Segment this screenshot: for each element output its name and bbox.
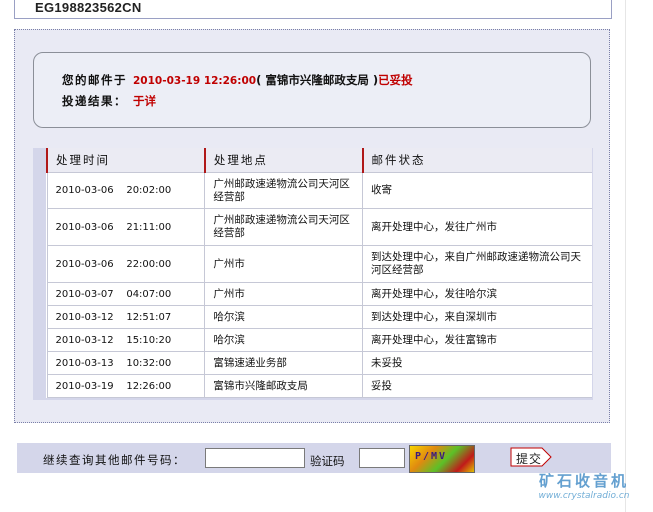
row-time: 2010-03-19 12:26:00 (46, 374, 205, 398)
result-panel: 您的邮件于 2010-03-19 12:26:00( 富锦市兴隆邮政支局 )已妥投… (14, 29, 610, 423)
captcha-text: P/MV (415, 451, 448, 462)
table-row: 2010-03-07 04:07:00 广州市 离开处理中心，发往哈尔滨 (46, 282, 592, 306)
table-row: 2010-03-06 22:00:00 广州市 到达处理中心，来自广州邮政速递物… (46, 245, 592, 283)
row-time: 2010-03-13 10:32:00 (46, 351, 205, 375)
row-place: 哈尔滨 (204, 328, 363, 352)
delivery-summary-box: 您的邮件于 2010-03-19 12:26:00( 富锦市兴隆邮政支局 )已妥投… (33, 52, 591, 128)
row-place: 哈尔滨 (204, 305, 363, 329)
row-status: 离开处理中心，发往富锦市 (362, 328, 592, 352)
captcha-image[interactable]: P/MV (409, 445, 475, 473)
row-time: 2010-03-06 22:00:00 (46, 245, 205, 283)
row-status: 离开处理中心，发往哈尔滨 (362, 282, 592, 306)
tracking-number-bar: EG198823562CN (14, 0, 612, 19)
recipient-name: 于详 (133, 94, 156, 108)
table-row: 2010-03-06 20:02:00 广州邮政速递物流公司天河区经营部 收寄 (46, 172, 592, 209)
delivery-datetime: 2010-03-19 12:26:00 (133, 75, 257, 87)
table-row: 2010-03-13 10:32:00 富锦速递业务部 未妥投 (46, 351, 592, 375)
captcha-label: 验证码 (310, 454, 345, 468)
watermark-url: www.crystalradio.cn (538, 491, 630, 501)
tracking-table-frame: 处理时间 处理地点 邮件状态 2010-03-06 20:02:00 广州邮政速… (33, 148, 593, 400)
row-place: 富锦速递业务部 (204, 351, 363, 375)
table-row: 2010-03-19 12:26:00 富锦市兴隆邮政支局 妥投 (46, 374, 592, 398)
window-right-margin (625, 0, 653, 512)
tracking-table: 处理时间 处理地点 邮件状态 2010-03-06 20:02:00 广州邮政速… (46, 148, 592, 398)
row-place: 广州邮政速递物流公司天河区经营部 (204, 208, 363, 246)
site-watermark: 矿石收音机 www.crystalradio.cn (518, 470, 650, 501)
row-time: 2010-03-07 04:07:00 (46, 282, 205, 306)
row-status: 离开处理中心，发往广州市 (362, 208, 592, 246)
mail-label: 您的邮件于 (62, 73, 127, 87)
delivery-office: ( 富锦市兴隆邮政支局 ) (256, 73, 379, 87)
result-label: 投递结果： (62, 94, 127, 108)
summary-line-delivered: 您的邮件于 2010-03-19 12:26:00( 富锦市兴隆邮政支局 )已妥投 (62, 72, 413, 88)
query-bar: 继续查询其他邮件号码： 验证码 P/MV 提交 (17, 443, 611, 473)
row-status: 到达处理中心，来自广州邮政速递物流公司天河区经营部 (362, 245, 592, 283)
tracking-number: EG198823562CN (35, 0, 142, 15)
row-place: 富锦市兴隆邮政支局 (204, 374, 363, 398)
row-status: 妥投 (362, 374, 592, 398)
header-place: 处理地点 (203, 148, 363, 173)
delivery-status: 已妥投 (378, 73, 413, 87)
row-time: 2010-03-06 20:02:00 (46, 172, 205, 209)
row-time: 2010-03-06 21:11:00 (46, 208, 205, 246)
row-status: 收寄 (362, 172, 592, 209)
row-time: 2010-03-12 12:51:07 (46, 305, 205, 329)
row-place: 广州邮政速递物流公司天河区经营部 (204, 172, 363, 209)
header-status: 邮件状态 (361, 148, 592, 173)
row-status: 到达处理中心，来自深圳市 (362, 305, 592, 329)
table-row: 2010-03-12 15:10:20 哈尔滨 离开处理中心，发往富锦市 (46, 328, 592, 352)
query-label: 继续查询其他邮件号码： (43, 453, 186, 467)
watermark-title: 矿石收音机 (538, 472, 629, 490)
table-header-row: 处理时间 处理地点 邮件状态 (46, 148, 592, 173)
row-place: 广州市 (204, 282, 363, 306)
tracking-number-input[interactable] (205, 448, 305, 468)
header-time: 处理时间 (46, 148, 205, 173)
summary-line-result: 投递结果： 于详 (62, 93, 156, 109)
row-place: 广州市 (204, 245, 363, 283)
submit-label: 提交 (516, 452, 543, 466)
table-row: 2010-03-06 21:11:00 广州邮政速递物流公司天河区经营部 离开处… (46, 208, 592, 246)
submit-button[interactable]: 提交 (510, 447, 552, 467)
table-row: 2010-03-12 12:51:07 哈尔滨 到达处理中心，来自深圳市 (46, 305, 592, 329)
captcha-input[interactable] (359, 448, 405, 468)
row-time: 2010-03-12 15:10:20 (46, 328, 205, 352)
row-status: 未妥投 (362, 351, 592, 375)
